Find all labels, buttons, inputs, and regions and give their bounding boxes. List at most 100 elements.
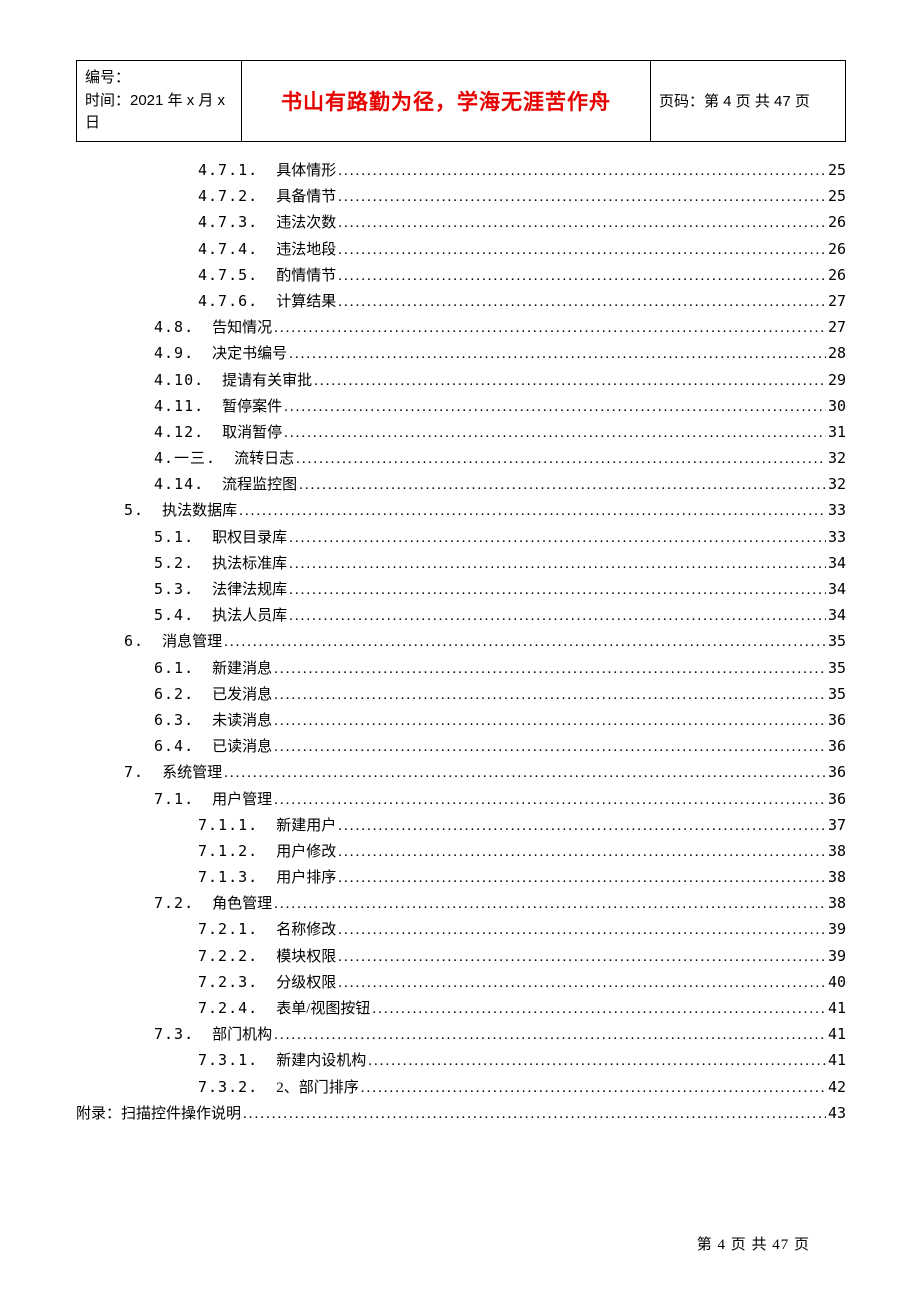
toc-page: 32 — [828, 472, 846, 497]
toc-entry: 5.2.执法标准库34 — [76, 551, 846, 577]
toc-leader — [299, 473, 826, 498]
toc-entry: 6.1.新建消息35 — [76, 656, 846, 682]
toc-entry: 4.8.告知情况27 — [76, 315, 846, 341]
toc-number: 7.1.3. — [198, 865, 258, 890]
toc-number: 7.3.2. — [198, 1075, 258, 1100]
toc-leader — [284, 395, 826, 420]
toc-entry: 4.7.6.计算结果27 — [76, 289, 846, 315]
toc-page: 27 — [828, 289, 846, 314]
toc-number: 7.2.2. — [198, 944, 258, 969]
toc-page: 29 — [828, 368, 846, 393]
toc-leader — [274, 788, 826, 813]
header-doc-number: 编号： — [85, 67, 233, 90]
toc-entry: 7.1.用户管理36 — [76, 787, 846, 813]
toc-leader — [289, 578, 826, 603]
toc-number: 4.10. — [154, 368, 204, 393]
toc-number: 7.2. — [154, 891, 194, 916]
toc-number: 7. — [124, 760, 144, 785]
toc-page: 26 — [828, 263, 846, 288]
toc-leader — [243, 1102, 826, 1127]
toc-page: 27 — [828, 315, 846, 340]
toc-entry: 6.2. 已发消息 35 — [76, 682, 846, 708]
toc-number: 5.2. — [154, 551, 194, 576]
toc-entry: 4.10.提请有关审批29 — [76, 368, 846, 394]
toc-number: 6.2. — [154, 682, 194, 707]
toc-leader — [338, 814, 826, 839]
toc-page: 41 — [828, 996, 846, 1021]
toc-number: 7.2.4. — [198, 996, 258, 1021]
toc-number: 4.9. — [154, 341, 194, 366]
toc-entry: 6.4.已读消息36 — [76, 734, 846, 760]
toc-title: 部门机构 — [212, 1023, 272, 1048]
toc-leader — [361, 1076, 826, 1101]
toc-number: 6. — [124, 629, 144, 654]
toc-entry: 7.2.1.名称修改39 — [76, 917, 846, 943]
toc-leader — [368, 1049, 826, 1074]
toc-leader — [224, 630, 826, 655]
toc-entry: 7.3.1.新建内设机构41 — [76, 1048, 846, 1074]
toc-title: 模块权限 — [276, 945, 336, 970]
toc-page: 38 — [828, 891, 846, 916]
toc-title: 执法标准库 — [212, 552, 287, 577]
toc-page: 30 — [828, 394, 846, 419]
toc-title: 新建内设机构 — [276, 1049, 366, 1074]
toc-title: 流转日志 — [234, 447, 294, 472]
toc-number: 5.1. — [154, 525, 194, 550]
toc-entry: 7.3.2.2、部门排序42 — [76, 1075, 846, 1101]
toc-number: 4.11. — [154, 394, 204, 419]
toc-entry: 4.12.取消暂停31 — [76, 420, 846, 446]
toc-leader — [289, 342, 826, 367]
toc-leader — [372, 997, 826, 1022]
toc-page: 32 — [828, 446, 846, 471]
toc-leader — [239, 499, 826, 524]
toc-leader — [314, 369, 826, 394]
toc-number: 7.2.3. — [198, 970, 258, 995]
toc-leader — [338, 264, 826, 289]
toc-page: 26 — [828, 210, 846, 235]
toc-title: 已发消息 — [212, 683, 272, 708]
toc-leader — [224, 761, 826, 786]
toc-title: 职权目录库 — [212, 526, 287, 551]
toc-number: 4.7.4. — [198, 237, 258, 262]
toc-page: 35 — [828, 682, 846, 707]
toc-number: 4.8. — [154, 315, 194, 340]
header-page-info: 页码：第 4 页 共 47 页 — [651, 61, 846, 142]
toc-page: 40 — [828, 970, 846, 995]
table-of-contents: 4.7.1.具体情形254.7.2.具备情节254.7.3.违法次数264.7.… — [76, 158, 846, 1127]
toc-number: 4.7.2. — [198, 184, 258, 209]
toc-leader — [274, 316, 826, 341]
toc-title: 取消暂停 — [222, 421, 282, 446]
toc-entry: 7.1.2.用户修改38 — [76, 839, 846, 865]
toc-title: 暂停案件 — [222, 395, 282, 420]
toc-page: 43 — [828, 1101, 846, 1126]
toc-number: 4.7.6. — [198, 289, 258, 314]
toc-page: 41 — [828, 1022, 846, 1047]
toc-entry: 5.3.法律法规库34 — [76, 577, 846, 603]
toc-page: 28 — [828, 341, 846, 366]
header-left-cell: 编号： 时间：2021 年 x 月 x 日 — [77, 61, 242, 142]
toc-number: 4.14. — [154, 472, 204, 497]
toc-title: 附录：扫描控件操作说明 — [76, 1102, 241, 1127]
header-date: 时间：2021 年 x 月 x 日 — [85, 90, 233, 135]
toc-title: 违法地段 — [276, 238, 336, 263]
toc-number: 7.1.2. — [198, 839, 258, 864]
toc-title: 法律法规库 — [212, 578, 287, 603]
toc-title: 角色管理 — [212, 892, 272, 917]
toc-title: 违法次数 — [276, 211, 336, 236]
toc-page: 34 — [828, 603, 846, 628]
toc-leader — [274, 657, 826, 682]
toc-entry: 4.一三. 流转日志 32 — [76, 446, 846, 472]
toc-number: 7.1.1. — [198, 813, 258, 838]
toc-leader — [338, 840, 826, 865]
toc-title: 决定书编号 — [212, 342, 287, 367]
toc-leader — [338, 185, 826, 210]
toc-entry: 7.1.1.新建用户37 — [76, 813, 846, 839]
toc-page: 31 — [828, 420, 846, 445]
toc-number: 4.一三. — [154, 446, 216, 471]
toc-number: 5.4. — [154, 603, 194, 628]
toc-entry: 6.消息管理35 — [76, 629, 846, 655]
toc-leader — [296, 447, 826, 472]
toc-number: 5.3. — [154, 577, 194, 602]
toc-page: 36 — [828, 760, 846, 785]
toc-page: 42 — [828, 1075, 846, 1100]
